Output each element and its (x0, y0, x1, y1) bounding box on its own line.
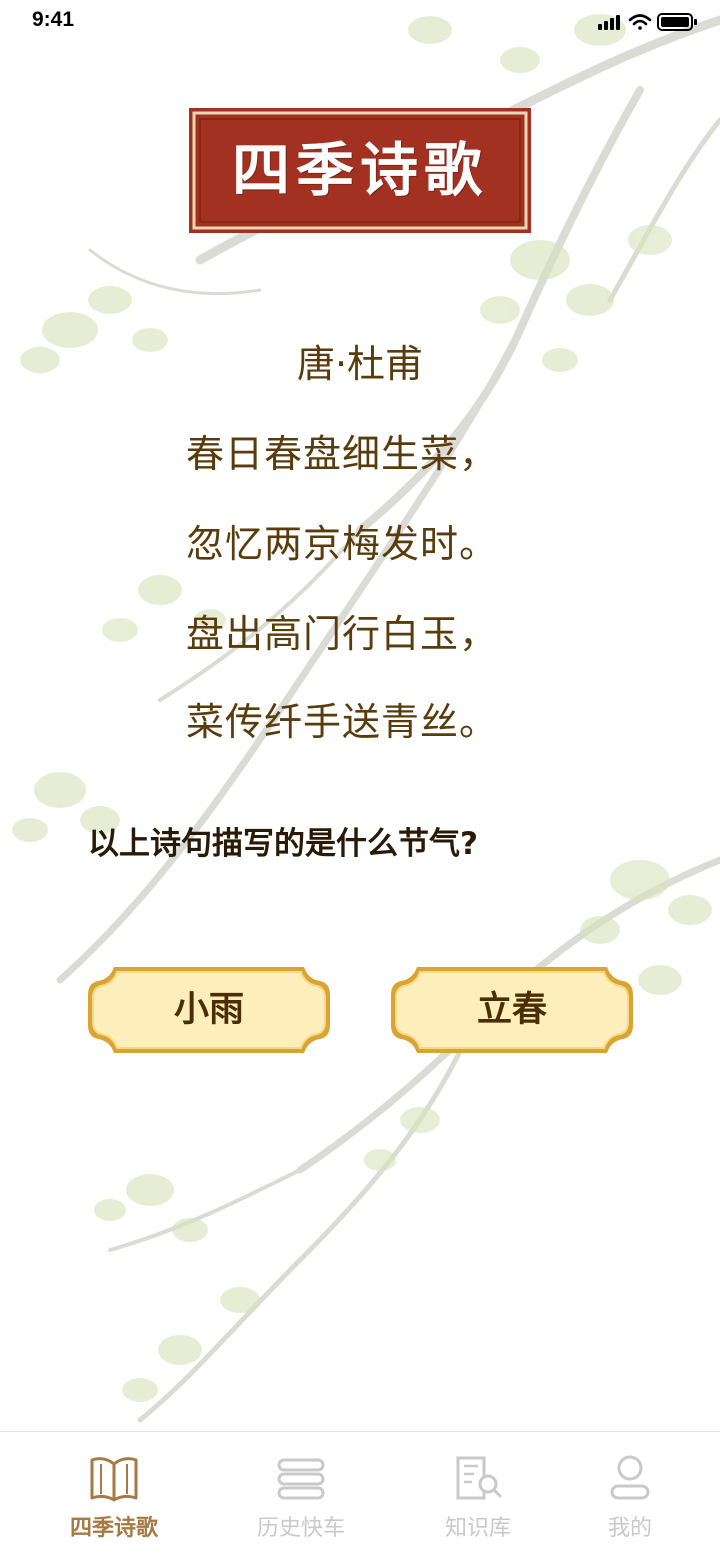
title-banner: 四季诗歌 (189, 108, 531, 233)
status-bar: 9:41 (0, 0, 720, 44)
tab-poems[interactable]: 四季诗歌 (24, 1432, 204, 1561)
status-time: 9:41 (32, 8, 75, 31)
library-search-icon (456, 1456, 502, 1500)
answer-label: 小雨 (173, 990, 244, 1030)
quiz-question: 以上诗句描写的是什么节气? (88, 826, 478, 862)
tab-label: 四季诗歌 (69, 1516, 158, 1541)
branch-background (12, 14, 720, 1423)
tab-history[interactable]: 历史快车 (211, 1432, 391, 1561)
poem-line: 忽忆两京梅发时。 (186, 522, 499, 566)
status-icons (598, 13, 697, 31)
wifi-icon (628, 14, 652, 30)
battery-icon (657, 13, 697, 31)
poem-line: 春日春盘细生菜， (186, 432, 499, 476)
tab-bar: 四季诗歌 历史快车 知识库 我的 (0, 1431, 720, 1561)
poem-author: 唐·杜甫 (296, 342, 424, 386)
book-icon (90, 1457, 138, 1502)
poem-line: 菜传纤手送青丝。 (186, 700, 499, 744)
answer-button-a[interactable]: 小雨 (86, 965, 332, 1055)
signal-icon (598, 15, 620, 30)
answer-label: 立春 (476, 990, 547, 1030)
answer-button-b[interactable]: 立春 (389, 965, 635, 1055)
user-icon (610, 1455, 650, 1500)
poem-line: 盘出高门行白玉， (186, 612, 499, 656)
stack-icon (277, 1458, 325, 1500)
banner-title: 四季诗歌 (231, 136, 488, 204)
tab-label: 历史快车 (256, 1516, 345, 1541)
tab-profile[interactable]: 我的 (540, 1432, 720, 1561)
tab-label: 我的 (607, 1516, 652, 1541)
